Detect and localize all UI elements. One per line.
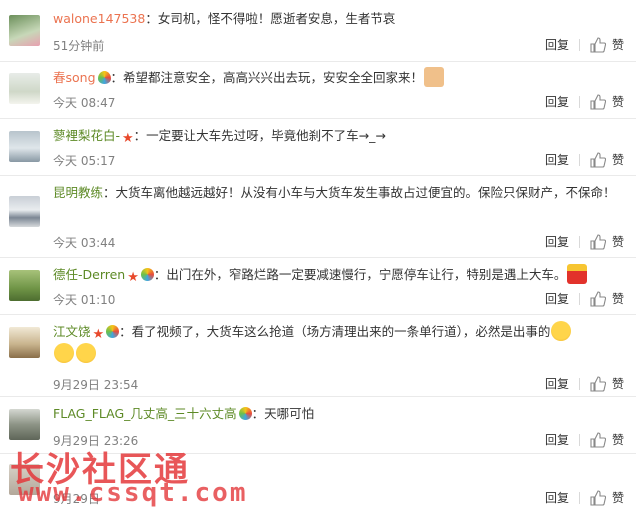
like-button[interactable]: 赞 — [590, 431, 624, 448]
comment-text: ：看了视频了，大货车这么抢道（场方清理出来的一条单行道），必然是出事的 — [119, 324, 551, 339]
thumbs-up-icon — [590, 290, 606, 307]
like-label: 赞 — [611, 377, 624, 391]
avatar[interactable] — [9, 73, 40, 104]
divider — [578, 491, 580, 504]
like-button[interactable]: 赞 — [590, 489, 624, 506]
avatar[interactable] — [9, 196, 40, 227]
reply-button[interactable]: 回复 — [545, 431, 569, 448]
comment-username[interactable]: 蓼裡梨花白- — [53, 128, 120, 143]
divider — [578, 235, 580, 248]
reply-button[interactable]: 回复 — [545, 375, 569, 392]
balloon-badge-icon — [97, 71, 111, 84]
reply-button[interactable]: 回复 — [545, 489, 569, 506]
star-badge-icon: ★ — [92, 327, 105, 342]
shocked-face-emoji-icon — [54, 343, 74, 363]
reply-button[interactable]: 回复 — [545, 233, 569, 250]
comment-item: 昆明教练：大货车离他越远越好！从没有小车与大货车发生事故占过便宜的。保险只保财产… — [0, 176, 636, 258]
balloon-badge-icon — [238, 407, 252, 420]
star-badge-icon: ★ — [122, 131, 134, 146]
comment-text: ：大货车离他越远越好！从没有小车与大货车发生事故占过便宜的。保险只保财产，不保命… — [103, 185, 616, 200]
comment-text: ：出门在外，窄路烂路一定要减速慢行，宁愿停车让行，特别是遇上大车。 — [153, 267, 567, 282]
comment-item: walone147538：女司机，怪不得啦！愿逝者安息，生者节哀 51分钟前 回… — [0, 0, 636, 62]
divider — [578, 153, 580, 166]
comment-username[interactable]: walone147538 — [53, 11, 145, 26]
thumbs-up-icon — [590, 431, 606, 448]
comment-username[interactable]: 春song — [53, 70, 96, 85]
comment-username[interactable]: 江文饶 — [53, 324, 91, 339]
comment-item: 江文饶 ★ ：看了视频了，大货车这么抢道（场方清理出来的一条单行道），必然是出事的 … — [0, 315, 636, 397]
comment-time: 51分钟前 — [53, 39, 105, 53]
avatar[interactable] — [9, 270, 40, 301]
like-label: 赞 — [611, 235, 624, 249]
divider — [578, 377, 580, 390]
comment-time: 今天 03:44 — [53, 236, 116, 250]
comment-item: 德任-Derren ★ ：出门在外，窄路烂路一定要减速慢行，宁愿停车让行，特别是遇上… — [0, 258, 636, 315]
shocked-face-emoji-icon — [551, 321, 572, 341]
reply-button[interactable]: 回复 — [545, 93, 569, 110]
comment-text: ：一定要让大车先过呀，毕竟他刹不了车→_→ — [133, 128, 386, 143]
divider — [578, 433, 580, 446]
comment-item: 蓼裡梨花白- ★：一定要让大车先过呀，毕竟他刹不了车→_→ 今天 05:17 回复… — [0, 119, 636, 176]
watermark-url-text: www.cssqt.com — [18, 478, 248, 508]
avatar[interactable] — [9, 327, 40, 358]
thumbs-up-icon — [590, 151, 606, 168]
comment-username[interactable]: FLAG_FLAG_几丈高_三十六丈高 — [53, 406, 237, 421]
thumbs-up-icon — [590, 489, 606, 506]
reply-button[interactable]: 回复 — [545, 151, 569, 168]
like-button[interactable]: 赞 — [590, 151, 624, 168]
shocked-face-emoji-icon — [76, 343, 96, 363]
comment-username[interactable]: 昆明教练 — [53, 185, 103, 200]
comment-time: 今天 08:47 — [53, 96, 116, 110]
like-button[interactable]: 赞 — [590, 375, 624, 392]
like-label: 赞 — [611, 491, 624, 505]
avatar[interactable] — [9, 131, 40, 162]
divider — [578, 95, 580, 108]
gift-emoji-icon — [567, 264, 588, 284]
like-label: 赞 — [611, 433, 624, 447]
like-label: 赞 — [611, 38, 624, 52]
like-button[interactable]: 赞 — [590, 93, 624, 110]
like-button[interactable]: 赞 — [590, 36, 624, 53]
like-label: 赞 — [611, 95, 624, 109]
balloon-badge-icon — [140, 268, 154, 281]
avatar[interactable] — [9, 15, 40, 46]
comment-time: 今天 05:17 — [53, 154, 116, 168]
divider — [578, 38, 580, 51]
like-label: 赞 — [611, 153, 624, 167]
like-label: 赞 — [611, 292, 624, 306]
balloon-badge-icon — [106, 325, 120, 338]
comment-text: ：希望都注意安全，高高兴兴出去玩，安安全全回家来！ — [110, 70, 424, 85]
divider — [578, 292, 580, 305]
reply-button[interactable]: 回复 — [545, 36, 569, 53]
comment-item: 春song ：希望都注意安全，高高兴兴出去玩，安安全全回家来！ 今天 08:47 … — [0, 62, 636, 119]
avatar[interactable] — [9, 409, 40, 440]
thumbs-up-icon — [590, 36, 606, 53]
star-badge-icon: ★ — [127, 270, 139, 285]
comment-time: 今天 01:10 — [53, 293, 116, 307]
thumbs-up-icon — [590, 93, 606, 110]
comment-username[interactable]: 德任-Derren — [53, 267, 125, 282]
like-button[interactable]: 赞 — [590, 290, 624, 307]
comment-text: ：天哪可怕 — [251, 406, 315, 421]
like-button[interactable]: 赞 — [590, 233, 624, 250]
thumbs-up-icon — [590, 233, 606, 250]
comment-time: 9月29日 23:54 — [53, 378, 139, 392]
pray-emoji-icon — [424, 67, 445, 87]
thumbs-up-icon — [590, 375, 606, 392]
comment-text: ：女司机，怪不得啦！愿逝者安息，生者节哀 — [145, 11, 396, 26]
reply-button[interactable]: 回复 — [545, 290, 569, 307]
